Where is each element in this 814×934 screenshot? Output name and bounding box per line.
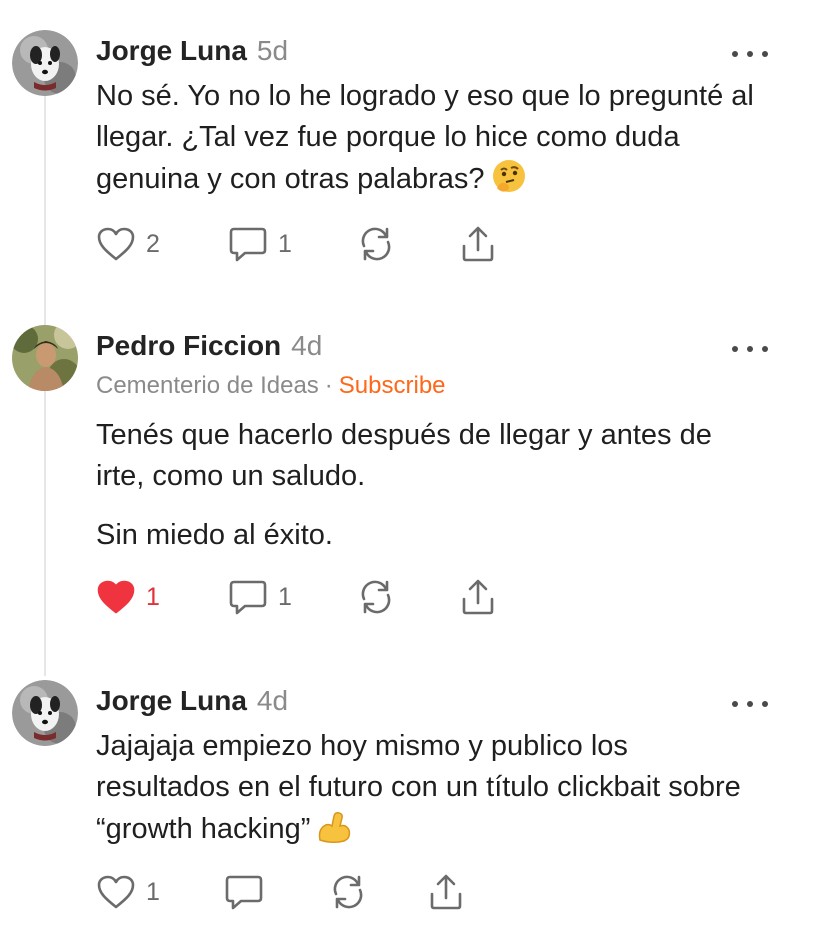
like-button[interactable]: 2 (96, 222, 160, 266)
author-avatar[interactable] (12, 30, 78, 96)
publication-name[interactable]: Cementerio de Ideas (96, 372, 319, 399)
author-name[interactable]: Jorge Luna (96, 35, 247, 66)
author-avatar[interactable] (12, 680, 78, 746)
comment-actions: 1 (96, 870, 516, 914)
share-button[interactable] (458, 222, 498, 266)
dot-icon (732, 701, 738, 707)
share-button[interactable] (458, 575, 498, 619)
dot-icon (732, 51, 738, 57)
like-count: 2 (146, 229, 160, 258)
comment-time[interactable]: 5d (257, 35, 288, 66)
restack-arrows-icon (361, 227, 391, 261)
restack-button[interactable] (356, 575, 396, 619)
dog-avatar-icon (12, 680, 78, 746)
comment-body: No sé. Yo no lo he logrado y eso que lo … (96, 76, 756, 206)
dot-icon (762, 51, 768, 57)
reply-button[interactable] (224, 870, 264, 914)
more-options-button[interactable] (732, 696, 768, 712)
like-button[interactable]: 1 (96, 870, 160, 914)
person-photo-avatar-icon (12, 325, 78, 391)
reply-count: 1 (278, 229, 292, 258)
comment-body: Jajajaja empiezo hoy mismo y publico los… (96, 726, 756, 856)
publication-line: Cementerio de Ideas · Subscribe (96, 371, 446, 401)
subscribe-link[interactable]: Subscribe (339, 372, 446, 399)
like-button[interactable]: 1 (96, 575, 160, 619)
share-upload-icon (462, 226, 494, 262)
comment-paragraph: Tenés que hacerlo después de llegar y an… (96, 419, 712, 492)
heart-filled-icon (97, 580, 135, 614)
comment-header: Pedro Ficcion 4d (96, 329, 322, 363)
share-upload-icon (462, 579, 494, 615)
restack-button[interactable] (328, 870, 368, 914)
more-options-button[interactable] (732, 46, 768, 62)
comment-body: Tenés que hacerlo después de llegar y an… (96, 415, 756, 556)
comment-paragraph: Sin miedo al éxito. (96, 519, 333, 551)
reply-button[interactable]: 1 (228, 222, 292, 266)
comment-header: Jorge Luna 5d (96, 34, 288, 68)
more-options-button[interactable] (732, 341, 768, 357)
heart-outline-icon (97, 227, 135, 261)
comment-actions: 1 1 (96, 575, 516, 619)
flexed-biceps-icon (316, 808, 352, 856)
comment-bubble-icon (229, 227, 267, 262)
separator-dot: · (324, 372, 333, 399)
author-name[interactable]: Jorge Luna (96, 685, 247, 716)
dot-icon (762, 701, 768, 707)
share-button[interactable] (426, 870, 466, 914)
author-name[interactable]: Pedro Ficcion (96, 330, 281, 361)
restack-button[interactable] (356, 222, 396, 266)
like-count: 1 (146, 877, 160, 906)
comment-text: Jajajaja empiezo hoy mismo y publico los… (96, 730, 741, 845)
dog-avatar-icon (12, 30, 78, 96)
comment-header: Jorge Luna 4d (96, 684, 288, 718)
share-upload-icon (430, 874, 462, 910)
author-avatar[interactable] (12, 325, 78, 391)
dot-icon (732, 346, 738, 352)
dot-icon (747, 51, 753, 57)
dot-icon (747, 701, 753, 707)
thinking-face-icon (491, 158, 527, 206)
reply-count: 1 (278, 582, 292, 611)
reply-button[interactable]: 1 (228, 575, 292, 619)
like-count: 1 (146, 582, 160, 611)
dot-icon (747, 346, 753, 352)
comment-text: No sé. Yo no lo he logrado y eso que lo … (96, 80, 754, 195)
dot-icon (762, 346, 768, 352)
restack-arrows-icon (361, 580, 391, 614)
comment-actions: 2 1 (96, 222, 516, 266)
heart-outline-icon (97, 875, 135, 909)
comment-time[interactable]: 4d (291, 330, 322, 361)
comment-bubble-icon (225, 875, 263, 910)
comment-time[interactable]: 4d (257, 685, 288, 716)
comment-bubble-icon (229, 580, 267, 615)
restack-arrows-icon (333, 875, 363, 909)
